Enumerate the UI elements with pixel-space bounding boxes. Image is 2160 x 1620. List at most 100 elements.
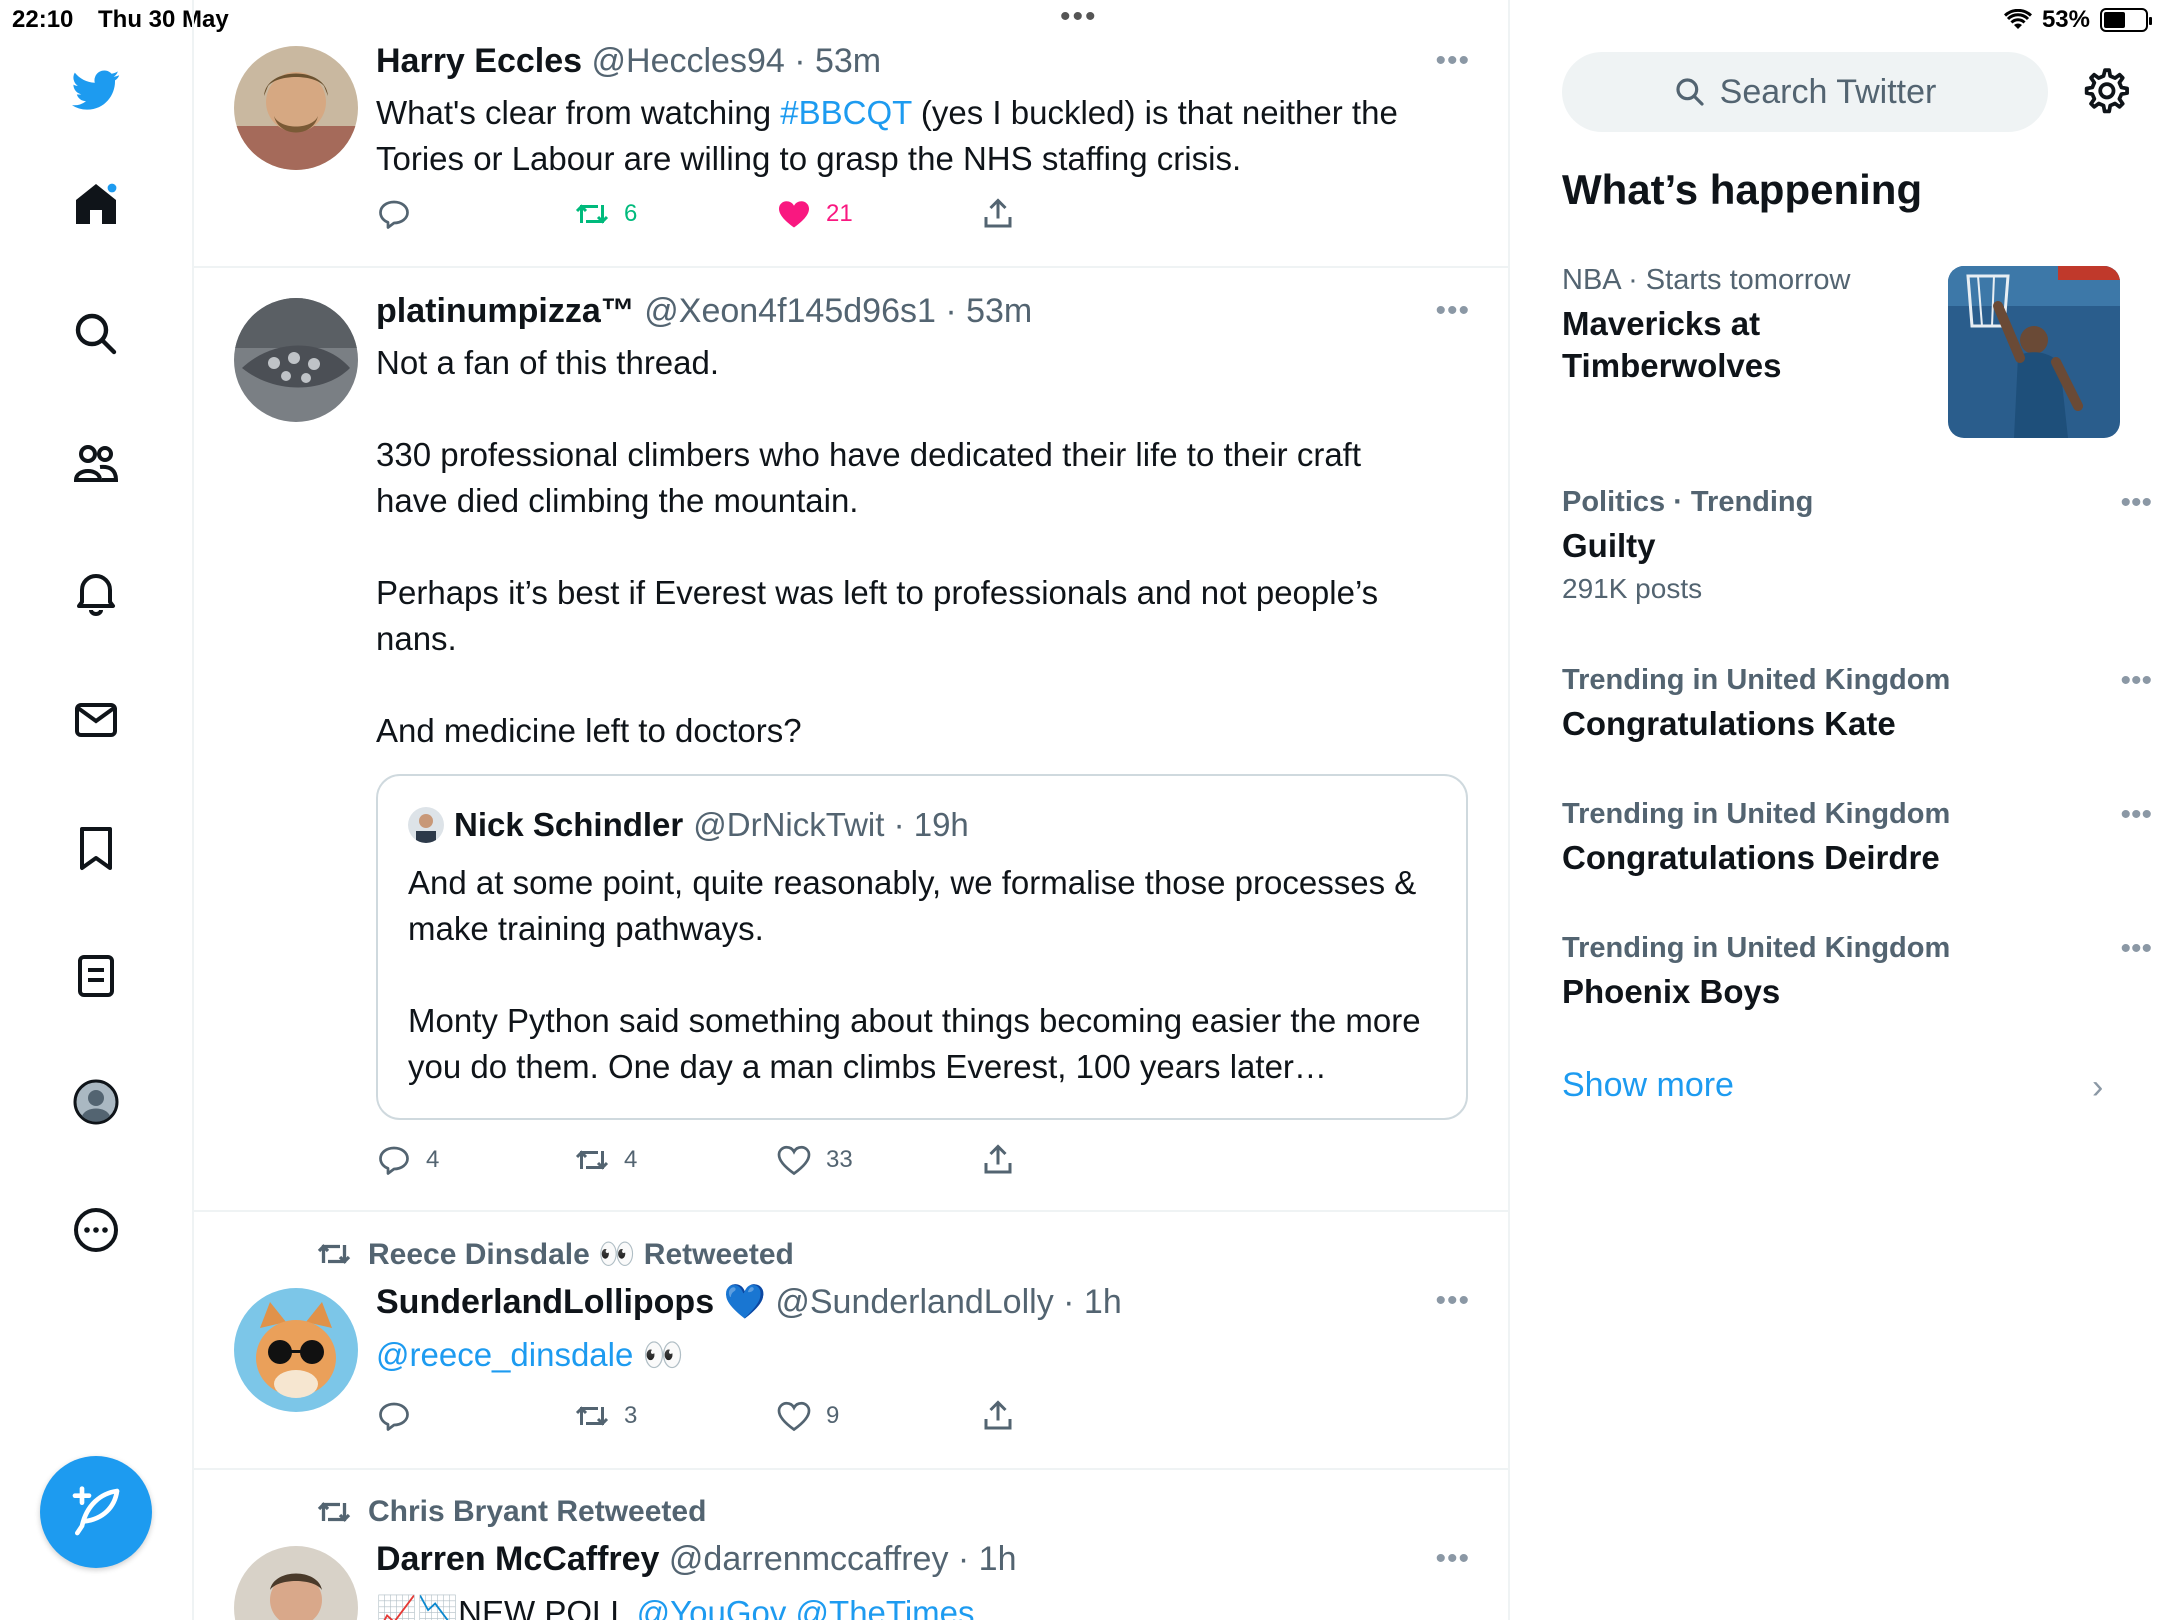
retweeted-by[interactable]: Chris Bryant Retweeted — [316, 1494, 706, 1530]
trend-more-icon[interactable]: ••• — [2120, 664, 2152, 698]
settings-button[interactable] — [2080, 66, 2130, 116]
trend-image[interactable] — [1948, 266, 2120, 438]
tweet[interactable]: Chris Bryant Retweeted Darren McCaffrey … — [194, 1470, 1508, 1620]
trend-more-icon[interactable]: ••• — [2120, 932, 2152, 966]
reply-button[interactable] — [376, 196, 426, 232]
messages-icon[interactable] — [66, 690, 126, 750]
share-button[interactable] — [980, 1142, 1016, 1178]
avatar[interactable] — [234, 298, 358, 422]
share-button[interactable] — [980, 1398, 1016, 1434]
reply-button[interactable]: 4 — [376, 1142, 439, 1178]
reply-icon — [379, 1402, 409, 1431]
quoted-tweet[interactable]: Nick Schindler @DrNickTwit · 19h And at … — [376, 774, 1468, 1120]
author-handle: @SunderlandLolly · 1h — [775, 1283, 1122, 1321]
reply-button[interactable] — [376, 1398, 426, 1434]
tweet-more-icon[interactable]: ••• — [1435, 1542, 1470, 1576]
author-name[interactable]: Darren McCaffrey — [376, 1540, 659, 1578]
tweet-actions: 3 9 — [376, 1398, 1076, 1442]
retweet-count: 6 — [624, 200, 638, 227]
author-name[interactable]: Harry Eccles — [376, 42, 582, 80]
share-button[interactable] — [980, 196, 1016, 232]
lists-icon[interactable] — [66, 946, 126, 1006]
quoted-avatar — [408, 807, 444, 843]
home-icon[interactable] — [66, 174, 126, 234]
compose-tweet-icon — [72, 1486, 120, 1536]
left-navigation — [0, 0, 194, 1620]
hashtag-link[interactable]: #BBCQT — [780, 94, 911, 131]
like-count: 9 — [826, 1402, 840, 1429]
trend-item[interactable]: Politics · Trending Guilty 291K posts ••… — [1562, 486, 2152, 605]
search-icon[interactable] — [66, 304, 126, 364]
author-name[interactable]: SunderlandLollipops 💙 — [376, 1283, 766, 1321]
tweet-actions: 4 4 33 — [376, 1142, 1076, 1186]
trend-meta: Trending in United Kingdom — [1562, 664, 2122, 697]
like-count: 21 — [826, 200, 853, 227]
avatar[interactable] — [234, 1288, 358, 1412]
like-count: 33 — [826, 1146, 853, 1173]
quoted-author-handle: @DrNickTwit · 19h — [693, 806, 969, 843]
communities-icon[interactable] — [66, 434, 126, 494]
trend-item[interactable]: Trending in United Kingdom Congratulatio… — [1562, 798, 2152, 879]
tweet-paragraph: Not a fan of this thread. — [376, 344, 720, 381]
retweet-button[interactable]: 4 — [574, 1142, 637, 1178]
trend-meta-text: Trending in United Kingdom — [1562, 798, 1951, 830]
tweet[interactable]: Reece Dinsdale 👀 Retweeted SunderlandLol… — [194, 1212, 1508, 1470]
trend-item[interactable]: Trending in United Kingdom Phoenix Boys … — [1562, 932, 2152, 1013]
trend-item[interactable]: Trending in United Kingdom Congratulatio… — [1562, 664, 2152, 745]
notifications-icon[interactable] — [66, 562, 126, 622]
quoted-paragraph: Monty Python said something about things… — [408, 1002, 1421, 1085]
tweet-paragraph: Perhaps it’s best if Everest was left to… — [376, 574, 1379, 657]
mention-link[interactable]: @YouGov @TheTimes — [637, 1594, 975, 1620]
author-handle: @Xeon4f145d96s1 · 53m — [644, 292, 1033, 330]
compose-tweet-button[interactable] — [40, 1456, 152, 1568]
tweet-more-icon[interactable]: ••• — [1435, 44, 1470, 78]
more-icon[interactable] — [66, 1200, 126, 1260]
heart-icon — [777, 1145, 811, 1176]
trend-more-icon[interactable]: ••• — [2120, 486, 2152, 520]
mention-link[interactable]: @reece_dinsdale — [376, 1336, 633, 1373]
trend-title: Guilty — [1562, 527, 1656, 564]
tweet-text-part: 👀 — [633, 1336, 684, 1373]
trend-title: Congratulations Kate — [1562, 705, 1896, 742]
author-handle: @darrenmccaffrey · 1h — [668, 1540, 1017, 1578]
author-handle: @Heccles94 · 53m — [591, 42, 882, 80]
tweet-more-icon[interactable]: ••• — [1435, 1284, 1470, 1318]
tweet-text: What's clear from watching #BBCQT (yes I… — [376, 90, 1436, 182]
reply-icon — [379, 200, 409, 229]
heart-icon — [777, 1401, 811, 1432]
share-icon — [984, 1400, 1012, 1430]
like-button[interactable]: 9 — [776, 1398, 839, 1434]
trend-meta-text: Politics · Trending — [1562, 486, 1814, 518]
reply-count: 4 — [426, 1146, 440, 1173]
tweet-more-icon[interactable]: ••• — [1435, 294, 1470, 328]
trend-more-icon[interactable]: ••• — [2120, 798, 2152, 832]
twitter-logo-icon[interactable] — [66, 60, 126, 120]
search-field[interactable]: Search Twitter — [1562, 52, 2048, 132]
tweet-header: Darren McCaffrey @darrenmccaffrey · 1h — [376, 1540, 1016, 1579]
like-button[interactable]: 33 — [776, 1142, 853, 1178]
retweet-button[interactable]: 3 — [574, 1398, 637, 1434]
trend-title: Mavericks at Timberwolves — [1562, 305, 1782, 384]
right-sidebar: Search Twitter What’s happening NBA · St… — [1512, 0, 2160, 1620]
avatar[interactable] — [234, 1546, 358, 1620]
tweet[interactable]: platinumpizza™ @Xeon4f145d96s1 · 53m •••… — [194, 268, 1508, 1212]
trend-count: 291K posts — [1562, 573, 1703, 604]
like-button[interactable]: 21 — [776, 196, 853, 232]
bookmarks-icon[interactable] — [66, 818, 126, 878]
author-name[interactable]: platinumpizza™ — [376, 292, 635, 330]
tweet-actions: 6 21 — [376, 196, 1076, 240]
reply-icon — [379, 1146, 409, 1175]
whats-happening-heading: What’s happening — [1562, 166, 1923, 213]
retweeted-by-label: Chris Bryant Retweeted — [368, 1495, 707, 1528]
tweet[interactable]: Harry Eccles @Heccles94 · 53m ••• What's… — [194, 0, 1508, 268]
tweet-header: SunderlandLollipops 💙 @SunderlandLolly ·… — [376, 1282, 1122, 1322]
avatar[interactable] — [234, 46, 358, 170]
chevron-right-icon[interactable]: › — [2092, 1068, 2103, 1107]
quoted-tweet-text: And at some point, quite reasonably, we … — [408, 860, 1448, 1090]
heart-filled-icon — [779, 201, 809, 228]
profile-icon[interactable] — [66, 1072, 126, 1132]
retweet-button[interactable]: 6 — [574, 196, 637, 232]
retweeted-by[interactable]: Reece Dinsdale 👀 Retweeted — [316, 1236, 794, 1272]
show-more-link[interactable]: Show more — [1562, 1066, 1734, 1105]
tweet-text: 📈📉NEW POLL @YouGov @TheTimes — [376, 1590, 1436, 1620]
